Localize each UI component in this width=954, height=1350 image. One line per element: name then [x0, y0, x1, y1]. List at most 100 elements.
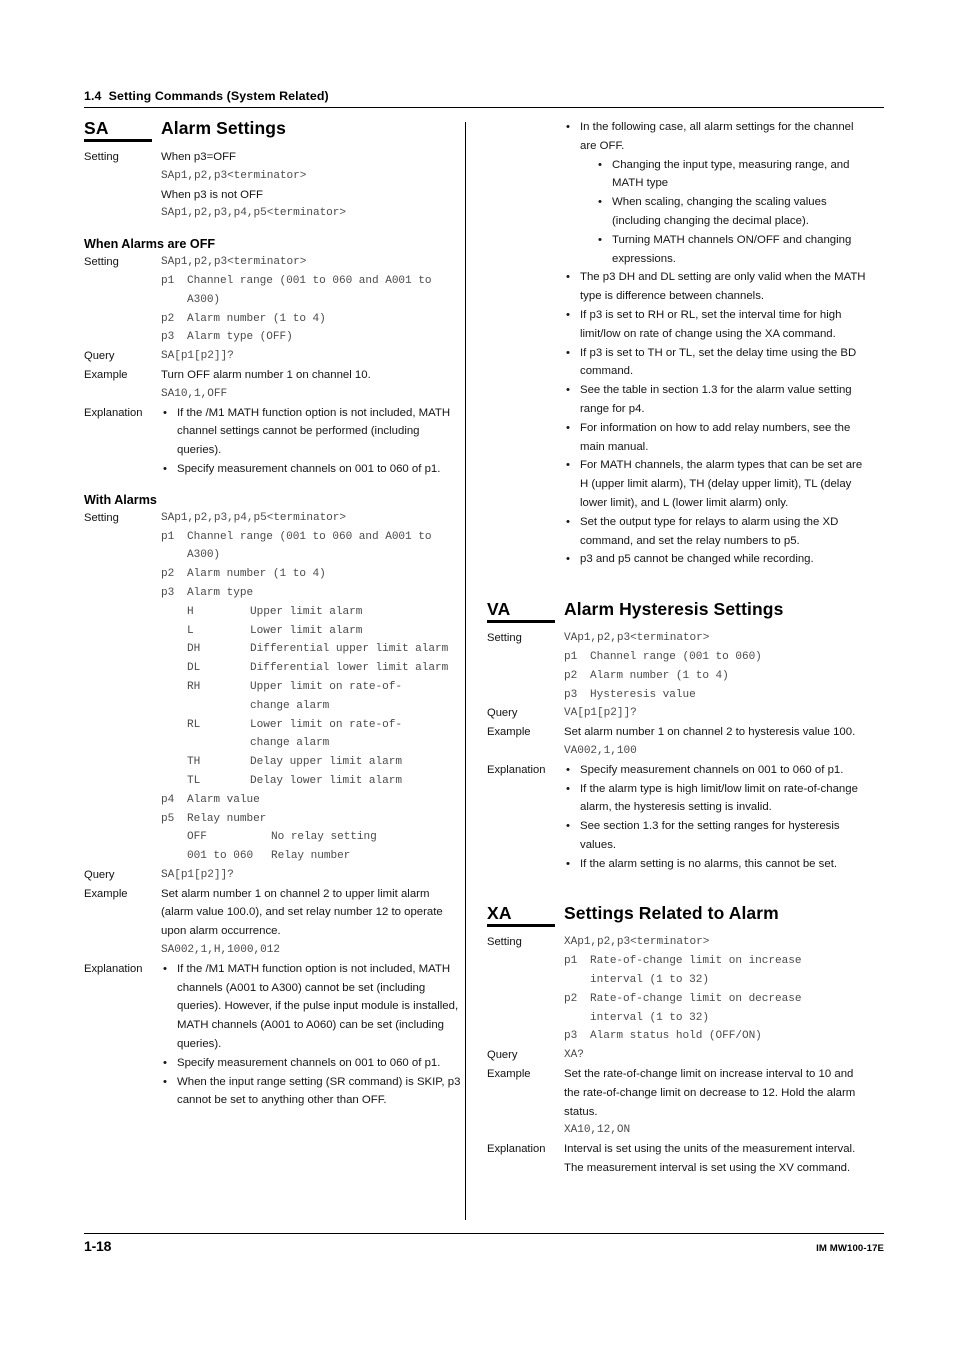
- row-label-setting: Setting: [487, 936, 522, 949]
- row-label-example: Example: [84, 368, 128, 381]
- alarm-type-table: H Upper limit alarm L Lower limit alarm DH Di…: [187, 603, 464, 791]
- parameter-row: p2 Alarm number (1 to 4): [161, 565, 464, 584]
- parameter-key: p3: [564, 688, 578, 701]
- bullet-text: Specify measurement channels on 001 to 0…: [177, 462, 441, 475]
- bullet-dot-icon: •: [163, 1056, 167, 1069]
- parameter-value: Hysteresis value: [590, 688, 696, 701]
- command-heading-sa: SA Alarm Settings: [84, 118, 464, 142]
- xa-query: XA?: [564, 1049, 584, 1062]
- alarms-off-example-text: Turn OFF alarm number 1 on channel 10.: [161, 368, 371, 381]
- va-syntax: VAp1,p2,p3<terminator>: [564, 632, 710, 645]
- command-title-sa: Alarm Settings: [161, 118, 286, 138]
- bullet-item: • For information on how to add relay num…: [564, 419, 867, 457]
- bullet-dot-icon: •: [566, 271, 570, 284]
- running-head: 1.4 Setting Commands (System Related): [84, 89, 884, 108]
- option-description: Delay lower limit alarm: [250, 774, 402, 787]
- command-code-xa-text: XA: [487, 903, 512, 924]
- row-label-query: Query: [84, 868, 115, 881]
- with-alarms-example-code: SA002,1,H,1000,012: [161, 944, 280, 957]
- option-description: Lower limit on rate-of- change alarm: [250, 718, 402, 750]
- right-column: • In the following case, all alarm settin…: [487, 118, 867, 1178]
- parameter-value: Alarm number (1 to 4): [187, 312, 326, 325]
- column-divider: [465, 122, 466, 1220]
- va-example-code: VA002,1,100: [564, 744, 637, 757]
- alarms-off-explanation-row: Explanation • If the /M1 MATH function op…: [84, 404, 464, 479]
- option-code: TL: [187, 774, 201, 787]
- bullet-item: • If the alarm type is high limit/low lim…: [564, 780, 867, 818]
- bullet-text: For information on how to add relay numb…: [580, 421, 851, 453]
- command-code-va: VA: [487, 599, 564, 624]
- parameter-key: p4: [161, 793, 175, 806]
- parameter-row: p5 Relay number: [161, 810, 464, 829]
- va-setting-body: VAp1,p2,p3<terminator> p1 Channel range (…: [564, 629, 867, 704]
- alarms-off-query: SA[p1[p2]]?: [161, 350, 234, 363]
- option-code: DL: [187, 662, 201, 675]
- row-label-example: Example: [487, 1068, 531, 1081]
- va-params: p1 Channel range (001 to 060) p2 Alarm numb…: [564, 648, 867, 704]
- bullet-dot-icon: •: [566, 459, 570, 472]
- option-description: Differential lower limit alarm: [250, 662, 449, 675]
- bullet-item: • In the following case, all alarm settin…: [564, 118, 867, 268]
- option-code: 001 to 060: [187, 850, 254, 863]
- parameter-value: Alarm type (OFF): [187, 331, 293, 344]
- parameter-key: p3: [564, 1030, 578, 1043]
- bullet-dot-icon: •: [163, 962, 167, 975]
- bullet-item: • Specify measurement channels on 001 to …: [161, 1054, 464, 1073]
- option-description: Upper limit alarm: [250, 605, 363, 618]
- bullet-text: For MATH channels, the alarm types that …: [580, 459, 863, 509]
- parameter-key: p2: [161, 568, 175, 581]
- sa-line-p3-not-off: When p3 is not OFF: [161, 188, 263, 201]
- alarms-off-setting-body: SAp1,p2,p3<terminator> p1 Channel range (…: [161, 253, 464, 347]
- bullet-text: In the following case, all alarm setting…: [580, 121, 854, 152]
- parameter-row: p2 Alarm number (1 to 4): [161, 310, 464, 329]
- xa-example-row: Example Set the rate-of-change limit on …: [487, 1065, 867, 1140]
- bullet-item: • Specify measurement channels on 001 to …: [161, 460, 464, 479]
- footer-doc-number: IM MW100-17E: [816, 1243, 884, 1254]
- with-alarms-setting-body: SAp1,p2,p3,p4,p5<terminator> p1 Channel r…: [161, 509, 464, 866]
- parameter-key: p2: [564, 992, 578, 1005]
- va-explanation-list: • Specify measurement channels on 001 to …: [564, 761, 867, 874]
- page-footer: 1-18 IM MW100-17E: [84, 1233, 884, 1254]
- bullet-dot-icon: •: [566, 820, 570, 833]
- row-label-setting: Setting: [84, 256, 119, 269]
- xa-example-code: XA10,12,ON: [564, 1124, 631, 1137]
- parameter-value: Alarm value: [187, 793, 260, 806]
- parameter-value: Alarm number (1 to 4): [590, 669, 729, 682]
- with-alarms-params: p1 Channel range (001 to 060 and A001 to …: [161, 528, 464, 603]
- bullet-item: • If the /M1 MATH function option is not …: [161, 960, 464, 1054]
- bullet-item: • When the input range setting (SR comman…: [161, 1073, 464, 1111]
- option-description: Relay number: [271, 850, 351, 863]
- relay-value-table: OFF No relay setting 001 to 060 Relay numbe…: [187, 828, 464, 866]
- bullet-dot-icon: •: [163, 462, 167, 475]
- xa-setting-row: Setting XAp1,p2,p3<terminator> p1 Rate-of…: [487, 933, 867, 1046]
- row-label-explanation: Explanation: [84, 962, 143, 975]
- alarms-off-example-row: Example Turn OFF alarm number 1 on chann…: [84, 366, 464, 404]
- xa-setting-body: XAp1,p2,p3<terminator> p1 Rate-of-change …: [564, 933, 867, 1046]
- row-label-explanation: Explanation: [487, 763, 546, 776]
- with-alarms-query-body: SA[p1[p2]]?: [161, 866, 464, 885]
- row-label-example: Example: [487, 726, 531, 739]
- option-row: DL Differential lower limit alarm: [187, 659, 464, 678]
- parameter-row: p1 Channel range (001 to 060 and A001 to …: [161, 272, 464, 310]
- parameter-row: p3 Hysteresis value: [564, 686, 867, 705]
- sa-notes-list: • In the following case, all alarm settin…: [564, 118, 867, 569]
- bullet-text: If p3 is set to RH or RL, set the interv…: [580, 308, 842, 340]
- parameter-row: p1 Rate-of-change limit on increase inter…: [564, 952, 867, 990]
- alarms-off-params: p1 Channel range (001 to 060 and A001 to …: [161, 272, 464, 347]
- with-alarms-example-row: Example Set alarm number 1 on channel 2 …: [84, 885, 464, 960]
- sa-setting-body: When p3=OFF SAp1,p2,p3<terminator> When …: [161, 148, 464, 223]
- option-description: Differential upper limit alarm: [250, 643, 449, 656]
- alarms-off-explanation-body: • If the /M1 MATH function option is not …: [161, 404, 464, 479]
- row-label-query: Query: [487, 707, 518, 720]
- bullet-item: • Set the output type for relays to alarm…: [564, 513, 867, 551]
- sa-syntax-p3-off: SAp1,p2,p3<terminator>: [161, 169, 307, 182]
- option-row: TL Delay lower limit alarm: [187, 772, 464, 791]
- bullet-dot-icon: •: [566, 782, 570, 795]
- bullet-item: • If the alarm setting is no alarms, this…: [564, 855, 867, 874]
- bullet-item: • If the /M1 MATH function option is not …: [161, 404, 464, 460]
- footer-rule: [84, 1233, 884, 1234]
- parameter-value: Channel range (001 to 060 and A001 to A3…: [187, 274, 432, 306]
- parameter-key: p5: [161, 812, 175, 825]
- xa-explanation-text: Interval is set using the units of the m…: [564, 1143, 856, 1175]
